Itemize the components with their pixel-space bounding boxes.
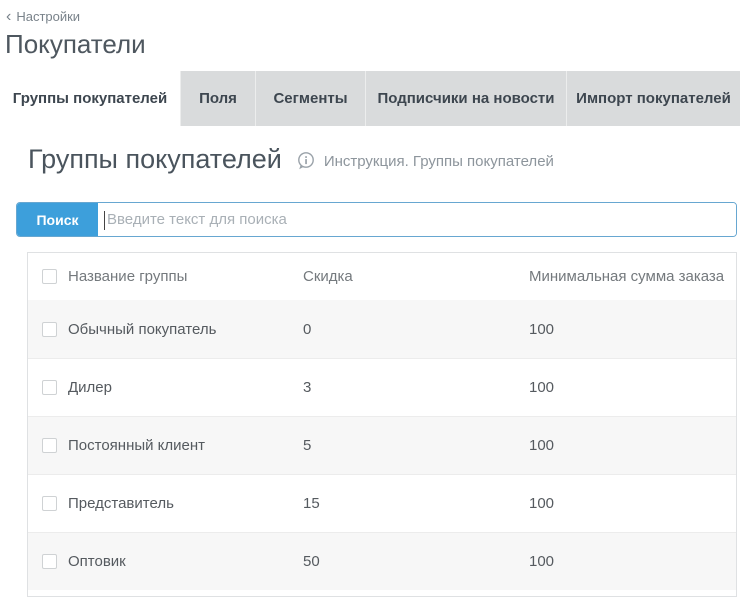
tab-customer-import[interactable]: Импорт покупателей [566,71,740,126]
min-order-cell: 100 [529,495,736,512]
min-order-cell: 100 [529,553,736,570]
discount-cell: 15 [303,495,529,512]
row-checkbox[interactable] [42,496,57,511]
chevron-left-icon: ‹ [6,10,11,23]
row-checkbox-cell [28,438,68,453]
group-name-cell: Дилер [68,379,303,396]
select-all-cell [28,269,68,284]
group-name-cell: Постоянный клиент [68,437,303,454]
discount-cell: 3 [303,379,529,396]
row-checkbox-cell [28,380,68,395]
row-checkbox-cell [28,496,68,511]
tab-segments[interactable]: Сегменты [255,71,365,126]
search-button[interactable]: Поиск [17,203,98,236]
column-header-min-order: Минимальная сумма заказа [529,268,736,285]
search-field-wrap [98,203,736,236]
tab-fields[interactable]: Поля [180,71,255,126]
table-row[interactable]: Оптовик 50 100 [28,532,736,590]
text-caret [104,211,105,230]
column-header-discount: Скидка [303,268,529,285]
customer-groups-table: Название группы Скидка Минимальная сумма… [27,252,737,597]
group-name-cell: Обычный покупатель [68,321,303,338]
tab-customer-groups[interactable]: Группы покупателей [0,71,180,126]
table-row[interactable]: Представитель 15 100 [28,474,736,532]
group-name-cell: Оптовик [68,553,303,570]
table-header-row: Название группы Скидка Минимальная сумма… [28,253,736,300]
discount-cell: 5 [303,437,529,454]
page-title: Покупатели [5,29,740,60]
min-order-cell: 100 [529,437,736,454]
tab-bar: Группы покупателей Поля Сегменты Подписч… [0,71,740,126]
breadcrumb[interactable]: ‹ Настройки [6,9,80,24]
instruction-link[interactable]: Инструкция. Группы покупателей [296,151,554,171]
info-bubble-icon [296,151,316,171]
row-checkbox-cell [28,322,68,337]
min-order-cell: 100 [529,379,736,396]
discount-cell: 0 [303,321,529,338]
section-header: Группы покупателей Инструкция. Группы по… [28,143,740,175]
section-title: Группы покупателей [28,143,282,175]
tab-newsletter-subscribers[interactable]: Подписчики на новости [365,71,566,126]
group-name-cell: Представитель [68,495,303,512]
discount-cell: 50 [303,553,529,570]
column-header-group-name: Название группы [68,268,303,285]
min-order-cell: 100 [529,321,736,338]
search-input[interactable] [98,203,736,236]
top-bar: ‹ Настройки Покупатели [0,0,740,60]
select-all-checkbox[interactable] [42,269,57,284]
table-row[interactable]: Постоянный клиент 5 100 [28,416,736,474]
table-row[interactable]: Обычный покупатель 0 100 [28,300,736,358]
row-checkbox[interactable] [42,322,57,337]
table-row[interactable]: Дилер 3 100 [28,358,736,416]
row-checkbox[interactable] [42,438,57,453]
row-checkbox[interactable] [42,380,57,395]
breadcrumb-label: Настройки [16,9,80,24]
row-checkbox-cell [28,554,68,569]
table-body: Обычный покупатель 0 100 Дилер 3 100 Пос… [28,300,736,590]
row-checkbox[interactable] [42,554,57,569]
search-bar: Поиск [16,202,737,237]
instruction-label: Инструкция. Группы покупателей [324,153,554,170]
